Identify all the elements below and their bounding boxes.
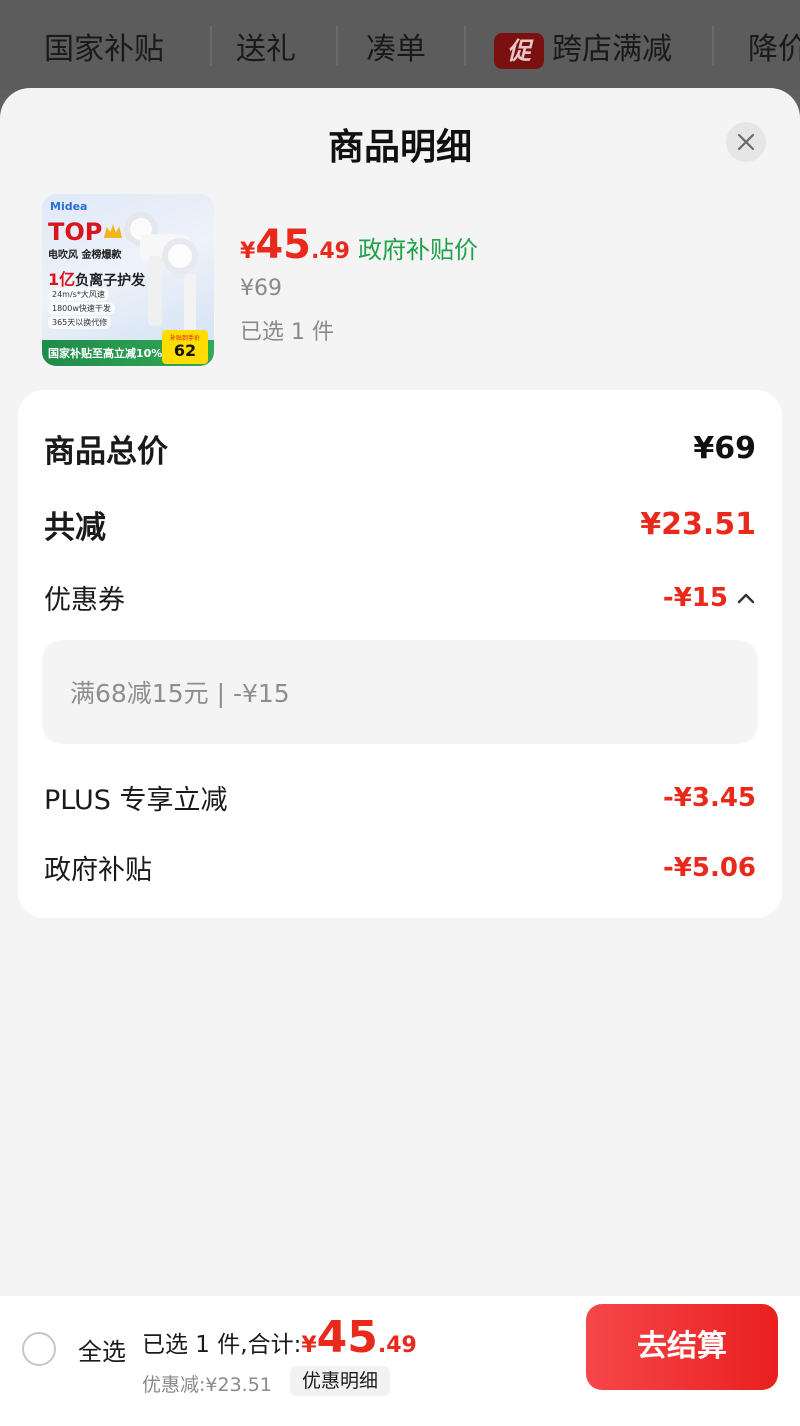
product-image[interactable]: Midea TOP 电吹风 金榜爆款 1亿负离子护发 24m/s*大风速 180… (42, 194, 214, 366)
tab-divider (464, 26, 466, 66)
image-headline: TOP (48, 218, 103, 246)
brand-logo: Midea (50, 200, 88, 213)
total-price-value: ¥69 (693, 431, 756, 466)
coupon-detail-text: 满68减15元 | -¥15 (70, 679, 290, 708)
image-feature-line: 1亿负离子护发 (48, 270, 146, 289)
gov-subsidy-label: 政府补贴 (44, 855, 152, 886)
total-price-label: 商品总价 (44, 434, 168, 470)
close-icon (737, 133, 755, 151)
select-all-checkbox[interactable] (22, 1332, 56, 1366)
plus-discount-row: PLUS 专享立减 -¥3.45 (44, 778, 756, 817)
discount-detail-button[interactable]: 优惠明细 (290, 1366, 391, 1396)
tab-divider (210, 26, 212, 66)
tab-bundle[interactable]: 凑单 (366, 24, 426, 68)
tab-divider (336, 26, 338, 66)
hair-dryer-graphic (162, 238, 198, 274)
close-button[interactable] (726, 122, 766, 162)
promo-badge-icon: 促 (494, 32, 544, 69)
crown-icon (104, 224, 122, 238)
subsidy-price-tag: 政府补贴价 (357, 236, 478, 264)
gov-subsidy-value: -¥5.06 (662, 852, 756, 883)
image-feature: 365天以换代修 (48, 316, 112, 329)
order-summary: 已选 1 件,合计:¥45.49 (142, 1312, 417, 1363)
total-reduce-label: 共减 (44, 510, 106, 546)
hair-dryer-handle-graphic (184, 274, 196, 334)
image-feature: 1800w快速干发 (48, 302, 115, 315)
tab-price-drop[interactable]: 降价 (748, 24, 800, 68)
chevron-up-icon[interactable] (736, 591, 756, 605)
summary-total: 45 (316, 1312, 378, 1363)
tab-national-subsidy[interactable]: 国家补贴 (44, 24, 164, 68)
product-price: ¥45.49 政府补贴价 (240, 222, 478, 268)
total-price-row: 商品总价 ¥69 (44, 426, 756, 471)
tab-divider (712, 26, 714, 66)
hair-dryer-handle-graphic (148, 256, 162, 326)
category-tab-bar: 国家补贴 送礼 凑单 促跨店满减 降价 (0, 0, 800, 90)
plus-discount-label: PLUS 专享立减 (44, 785, 228, 816)
coupon-detail-box: 满68减15元 | -¥15 (42, 640, 758, 744)
discount-total: 优惠减:¥23.51 (142, 1374, 272, 1396)
image-feature: 24m/s*大风速 (48, 288, 109, 301)
coupon-value: -¥15 (662, 582, 728, 613)
tab-gift[interactable]: 送礼 (236, 24, 296, 68)
tab-cross-store-discount[interactable]: 促跨店满减 (494, 24, 672, 69)
tab-cross-store-label: 跨店满减 (552, 32, 672, 67)
image-subline: 电吹风 金榜爆款 (48, 250, 122, 261)
coupon-label: 优惠券 (44, 585, 125, 616)
checkout-button[interactable]: 去结算 (586, 1304, 778, 1390)
total-reduce-value: ¥23.51 (640, 507, 756, 542)
summary-text: 已选 1 件,合计: (142, 1332, 302, 1358)
gov-subsidy-row: 政府补贴 -¥5.06 (44, 848, 756, 887)
total-reduce-row: 共减 ¥23.51 (44, 502, 756, 547)
sheet-title: 商品明细 (327, 127, 472, 168)
product-detail-sheet: 商品明细 Midea TOP 电吹风 金榜爆款 1亿负离子护发 24m/s*大风… (0, 88, 800, 1426)
select-all-label[interactable]: 全选 (78, 1332, 126, 1367)
plus-discount-value: -¥3.45 (662, 782, 756, 813)
price-breakdown-card: 商品总价 ¥69 共减 ¥23.51 优惠券 -¥15 满68减15元 | -¥… (18, 390, 782, 918)
selected-count: 已选 1 件 (240, 320, 334, 345)
image-price-box: 补贴到手价 62 (162, 330, 208, 364)
coupon-row[interactable]: 优惠券 -¥15 (44, 578, 756, 617)
checkout-bar: 全选 已选 1 件,合计:¥45.49 优惠减:¥23.51 优惠明细 去结算 (0, 1296, 800, 1426)
original-price: ¥69 (240, 276, 282, 301)
